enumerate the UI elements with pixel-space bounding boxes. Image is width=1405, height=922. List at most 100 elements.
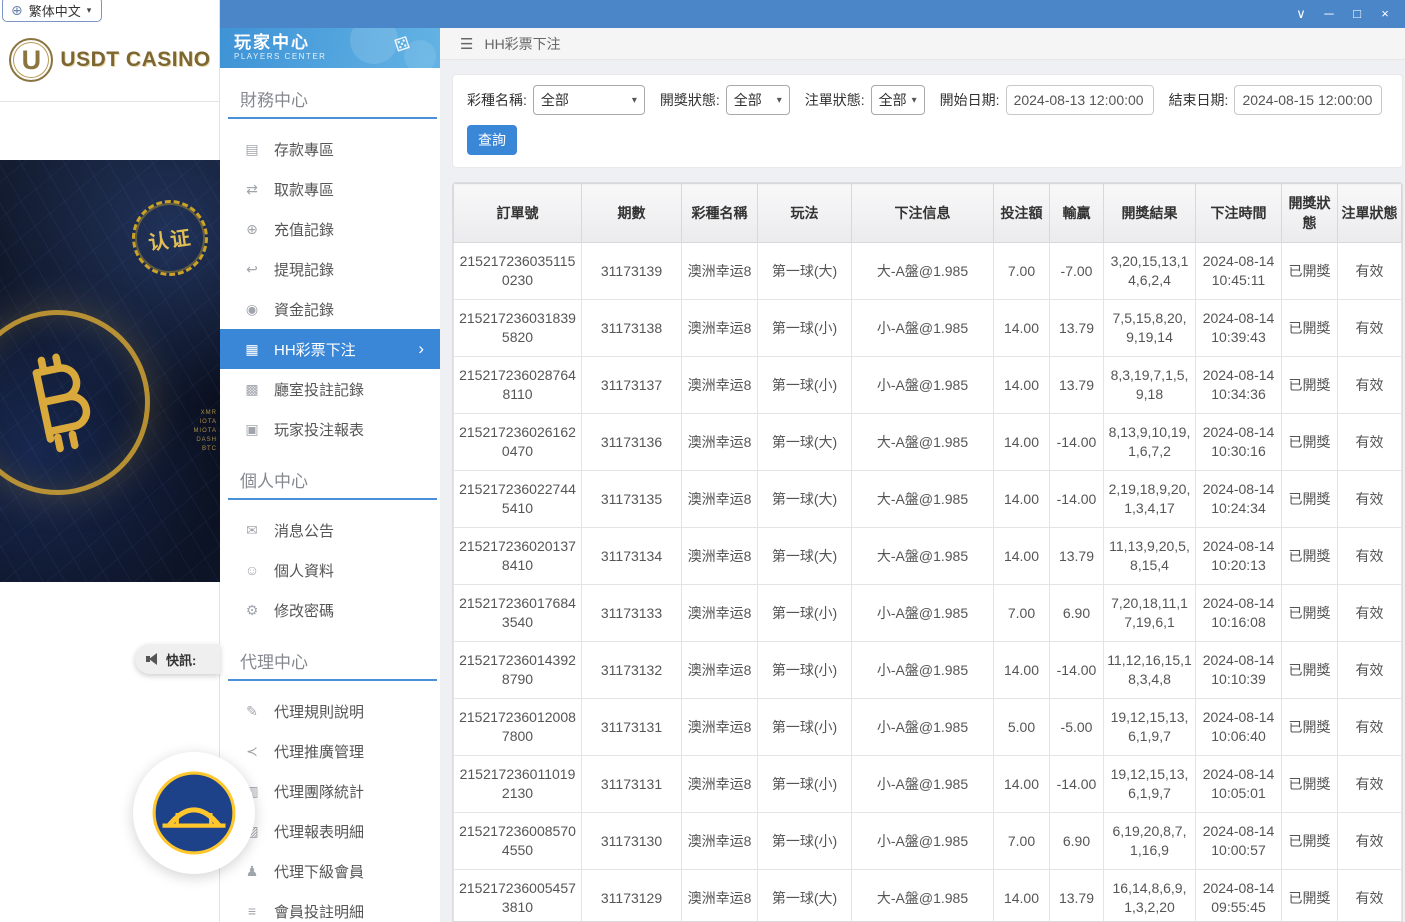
cell-bet_time: 2024-08-14 10:30:16: [1196, 414, 1282, 471]
cell-play: 第一球(小): [758, 699, 852, 756]
draw-status-select[interactable]: 全部 ▾: [726, 85, 790, 115]
sidebar-item-label: 提現記錄: [274, 259, 334, 280]
cell-play: 第一球(小): [758, 642, 852, 699]
cell-amount: 7.00: [994, 585, 1050, 642]
cell-bet_info: 大-A盤@1.985: [852, 243, 994, 300]
menu-toggle-icon[interactable]: ☰: [460, 35, 473, 53]
table-row: 215217236005457381031173129澳洲幸运8第一球(大)大-…: [454, 870, 1402, 922]
cell-amount: 14.00: [994, 300, 1050, 357]
document-icon: ✎: [244, 703, 260, 720]
cell-order_status: 有效: [1338, 357, 1402, 414]
language-selector[interactable]: ⊕ 繁体中文 ▾: [2, 0, 102, 22]
cell-period: 31173130: [582, 813, 682, 870]
cell-amount: 14.00: [994, 357, 1050, 414]
sidebar-item-agent-promotion[interactable]: ≺代理推廣管理: [220, 731, 440, 771]
end-date-input[interactable]: [1234, 85, 1382, 115]
cell-bet_time: 2024-08-14 10:06:40: [1196, 699, 1282, 756]
col-header-play: 玩法: [758, 184, 852, 243]
cell-draw_status: 已開獎: [1282, 813, 1338, 870]
globe-icon: ⊕: [11, 2, 23, 19]
start-date-input[interactable]: [1006, 85, 1154, 115]
sidebar-item-deposit-zone[interactable]: ▤存款專區: [220, 129, 440, 169]
table-row: 215217236017684354031173133澳洲幸运8第一球(小)小-…: [454, 585, 1402, 642]
sidebar-item-member-bet-detail[interactable]: ≡會員投註明細: [220, 891, 440, 922]
cell-play: 第一球(小): [758, 300, 852, 357]
cell-period: 31173129: [582, 870, 682, 922]
order-status-select[interactable]: 全部 ▾: [871, 85, 925, 115]
cell-bet_info: 大-A盤@1.985: [852, 870, 994, 922]
cell-result: 19,12,15,13,6,1,9,7: [1104, 699, 1196, 756]
cell-bet_info: 大-A盤@1.985: [852, 471, 994, 528]
end-date-label: 結束日期:: [1169, 90, 1229, 110]
cell-result: 7,20,18,11,17,19,6,1: [1104, 585, 1196, 642]
sidebar-item-label: 代理下級會員: [274, 861, 364, 882]
sidebar-item-withdraw-records[interactable]: ↩提現記錄: [220, 249, 440, 289]
cell-order_no: 2152172360110192130: [454, 756, 582, 813]
col-header-result: 開獎結果: [1104, 184, 1196, 243]
sidebar-item-hh-lottery-bets[interactable]: ▦HH彩票下注›: [220, 329, 440, 369]
sidebar-item-fund-records[interactable]: ◉資金記錄: [220, 289, 440, 329]
chevron-down-icon: ▾: [632, 95, 637, 106]
cell-order_no: 2152172360227445410: [454, 471, 582, 528]
cell-draw_status: 已開獎: [1282, 243, 1338, 300]
cell-win_loss: 13.79: [1050, 300, 1104, 357]
team-logo-circle: [133, 752, 255, 874]
lottery-name-select[interactable]: 全部 ▾: [533, 85, 645, 115]
cell-draw_status: 已開獎: [1282, 699, 1338, 756]
table-row: 215217236028764811031173137澳洲幸运8第一球(小)小-…: [454, 357, 1402, 414]
col-header-amount: 投注額: [994, 184, 1050, 243]
window-close-icon[interactable]: ×: [1371, 0, 1399, 28]
sidebar-item-messages[interactable]: ✉消息公告: [220, 510, 440, 550]
sidebar-item-agent-sub-members[interactable]: ♟代理下級會員: [220, 851, 440, 891]
sidebar-item-player-bet-report[interactable]: ▣玩家投注報表: [220, 409, 440, 449]
cell-lottery: 澳洲幸运8: [682, 642, 758, 699]
window-menu-chevron-icon[interactable]: ∨: [1287, 0, 1315, 28]
speaker-icon: [146, 653, 159, 665]
exchange-icon: ⇄: [244, 181, 260, 198]
cell-order_status: 有效: [1338, 471, 1402, 528]
sidebar-item-label: 代理報表明細: [274, 821, 364, 842]
bet-detail-icon: ≡: [244, 903, 260, 919]
cell-bet_info: 小-A盤@1.985: [852, 813, 994, 870]
sidebar-item-recharge-records[interactable]: ⊕充值記錄: [220, 209, 440, 249]
bridge-logo-icon: [152, 771, 236, 855]
window-maximize-icon[interactable]: □: [1343, 0, 1371, 28]
start-date-label: 開始日期:: [940, 90, 1000, 110]
cell-lottery: 澳洲幸运8: [682, 414, 758, 471]
cell-draw_status: 已開獎: [1282, 756, 1338, 813]
cell-play: 第一球(大): [758, 870, 852, 922]
bets-table-card: 訂單號期數彩種名稱玩法下注信息投注額輸贏開獎結果下注時間開獎狀態注單狀態 215…: [452, 182, 1403, 922]
cell-play: 第一球(大): [758, 414, 852, 471]
cell-draw_status: 已開獎: [1282, 642, 1338, 699]
news-ticker-label: 快訊:: [166, 650, 196, 669]
order-status-value: 全部: [879, 90, 907, 110]
cell-win_loss: -5.00: [1050, 699, 1104, 756]
recharge-icon: ⊕: [244, 221, 260, 238]
sidebar-item-room-bet-records[interactable]: ▩廳室投註記錄: [220, 369, 440, 409]
sidebar-item-change-password[interactable]: ⚙修改密碼: [220, 590, 440, 630]
right-wrapper: ∨─□× ⚄ 玩家中心 PLAYERS CENTER 財務中心▤存款專區⇄取款專…: [220, 0, 1405, 922]
cell-period: 31173131: [582, 699, 682, 756]
cell-order_status: 有效: [1338, 585, 1402, 642]
divider: [0, 101, 219, 102]
sidebar-item-agent-rules[interactable]: ✎代理規則說明: [220, 691, 440, 731]
hero-ticker-word: BTC: [193, 446, 217, 452]
sidebar-item-withdraw-zone[interactable]: ⇄取款專區: [220, 169, 440, 209]
left-panel: ⊕ 繁体中文 ▾ U USDT CASINO 认证: [0, 0, 220, 922]
cell-result: 8,3,19,7,1,5,9,18: [1104, 357, 1196, 414]
cell-period: 31173134: [582, 528, 682, 585]
cell-period: 31173138: [582, 300, 682, 357]
players-center-subtitle: PLAYERS CENTER: [234, 52, 440, 61]
hero-ticker-word: IOTA: [193, 419, 217, 425]
sidebar-item-label: HH彩票下注: [274, 339, 356, 360]
cell-order_no: 2152172360143928790: [454, 642, 582, 699]
cell-result: 6,19,20,8,7,1,16,9: [1104, 813, 1196, 870]
cell-result: 16,14,8,6,9,1,3,2,20: [1104, 870, 1196, 922]
window-minimize-icon[interactable]: ─: [1315, 0, 1343, 28]
cell-amount: 7.00: [994, 813, 1050, 870]
cell-play: 第一球(小): [758, 756, 852, 813]
search-button[interactable]: 查詢: [467, 125, 517, 155]
lottery-grid-icon: ▦: [244, 341, 260, 358]
cell-order_no: 2152172360120087800: [454, 699, 582, 756]
sidebar-item-profile[interactable]: ☺個人資料: [220, 550, 440, 590]
